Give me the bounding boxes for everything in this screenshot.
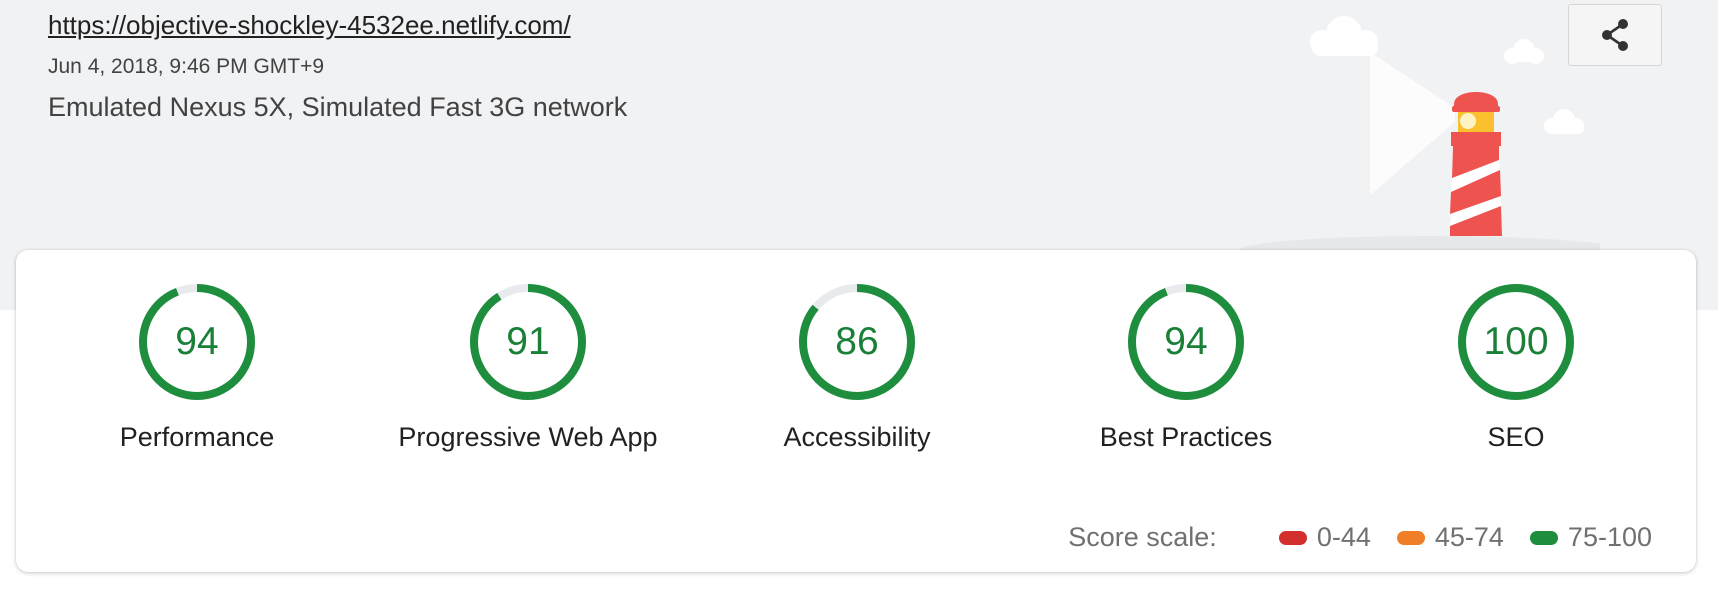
share-button[interactable] — [1568, 4, 1662, 66]
scores-card: 94 Performance 91 Progressive Web App 86… — [16, 250, 1696, 572]
gauge-label: Accessibility — [783, 422, 931, 452]
score-value: 91 — [506, 320, 550, 363]
scale-item-pass: 75-100 — [1529, 522, 1652, 553]
scale-pill-pass — [1529, 530, 1558, 545]
score-value: 100 — [1483, 320, 1549, 363]
scale-label-pass: 75-100 — [1567, 522, 1652, 552]
lighthouse-illustration — [1240, 0, 1620, 264]
scale-label-average: 45-74 — [1434, 522, 1504, 552]
report-date: Jun 4, 2018, 9:46 PM GMT+9 — [48, 55, 325, 78]
gauge-label: Best Practices — [1099, 422, 1273, 452]
gauge-label: Progressive Web App — [398, 422, 658, 452]
gauge-pwa[interactable]: 91 Progressive Web App — [363, 282, 693, 453]
share-icon — [1602, 19, 1628, 51]
scale-pill-average — [1396, 530, 1425, 545]
gauge-performance[interactable]: 94 Performance — [32, 282, 362, 453]
gauge-ring: 94 — [137, 282, 257, 402]
score-value: 86 — [835, 320, 879, 363]
report-url-link[interactable]: https://objective-shockley-4532ee.netlif… — [48, 8, 627, 42]
score-scale-legend: Score scale: 0-44 45-74 75-100 — [1068, 522, 1652, 553]
scale-label-fail: 0-44 — [1316, 522, 1371, 552]
score-value: 94 — [175, 320, 219, 363]
gauge-ring: 86 — [797, 282, 917, 402]
gauge-label: Performance — [119, 422, 275, 452]
score-scale-title: Score scale: — [1068, 522, 1217, 552]
score-value: 94 — [1164, 320, 1208, 363]
scale-item-average: 45-74 — [1396, 522, 1504, 553]
gauge-ring: 91 — [468, 282, 588, 402]
gauge-seo[interactable]: 100 SEO — [1351, 282, 1681, 453]
gauge-ring: 94 — [1126, 282, 1246, 402]
scale-item-fail: 0-44 — [1278, 522, 1371, 553]
gauge-accessibility[interactable]: 86 Accessibility — [692, 282, 1022, 453]
scale-pill-fail — [1278, 530, 1307, 545]
gauge-best-practices[interactable]: 94 Best Practices — [1021, 282, 1351, 453]
report-meta: https://objective-shockley-4532ee.netlif… — [48, 8, 627, 124]
gauge-ring: 100 — [1456, 282, 1576, 402]
gauge-label: SEO — [1487, 422, 1545, 452]
category-gauges: 94 Performance 91 Progressive Web App 86… — [16, 250, 1696, 470]
report-environment: Emulated Nexus 5X, Simulated Fast 3G net… — [48, 92, 628, 122]
